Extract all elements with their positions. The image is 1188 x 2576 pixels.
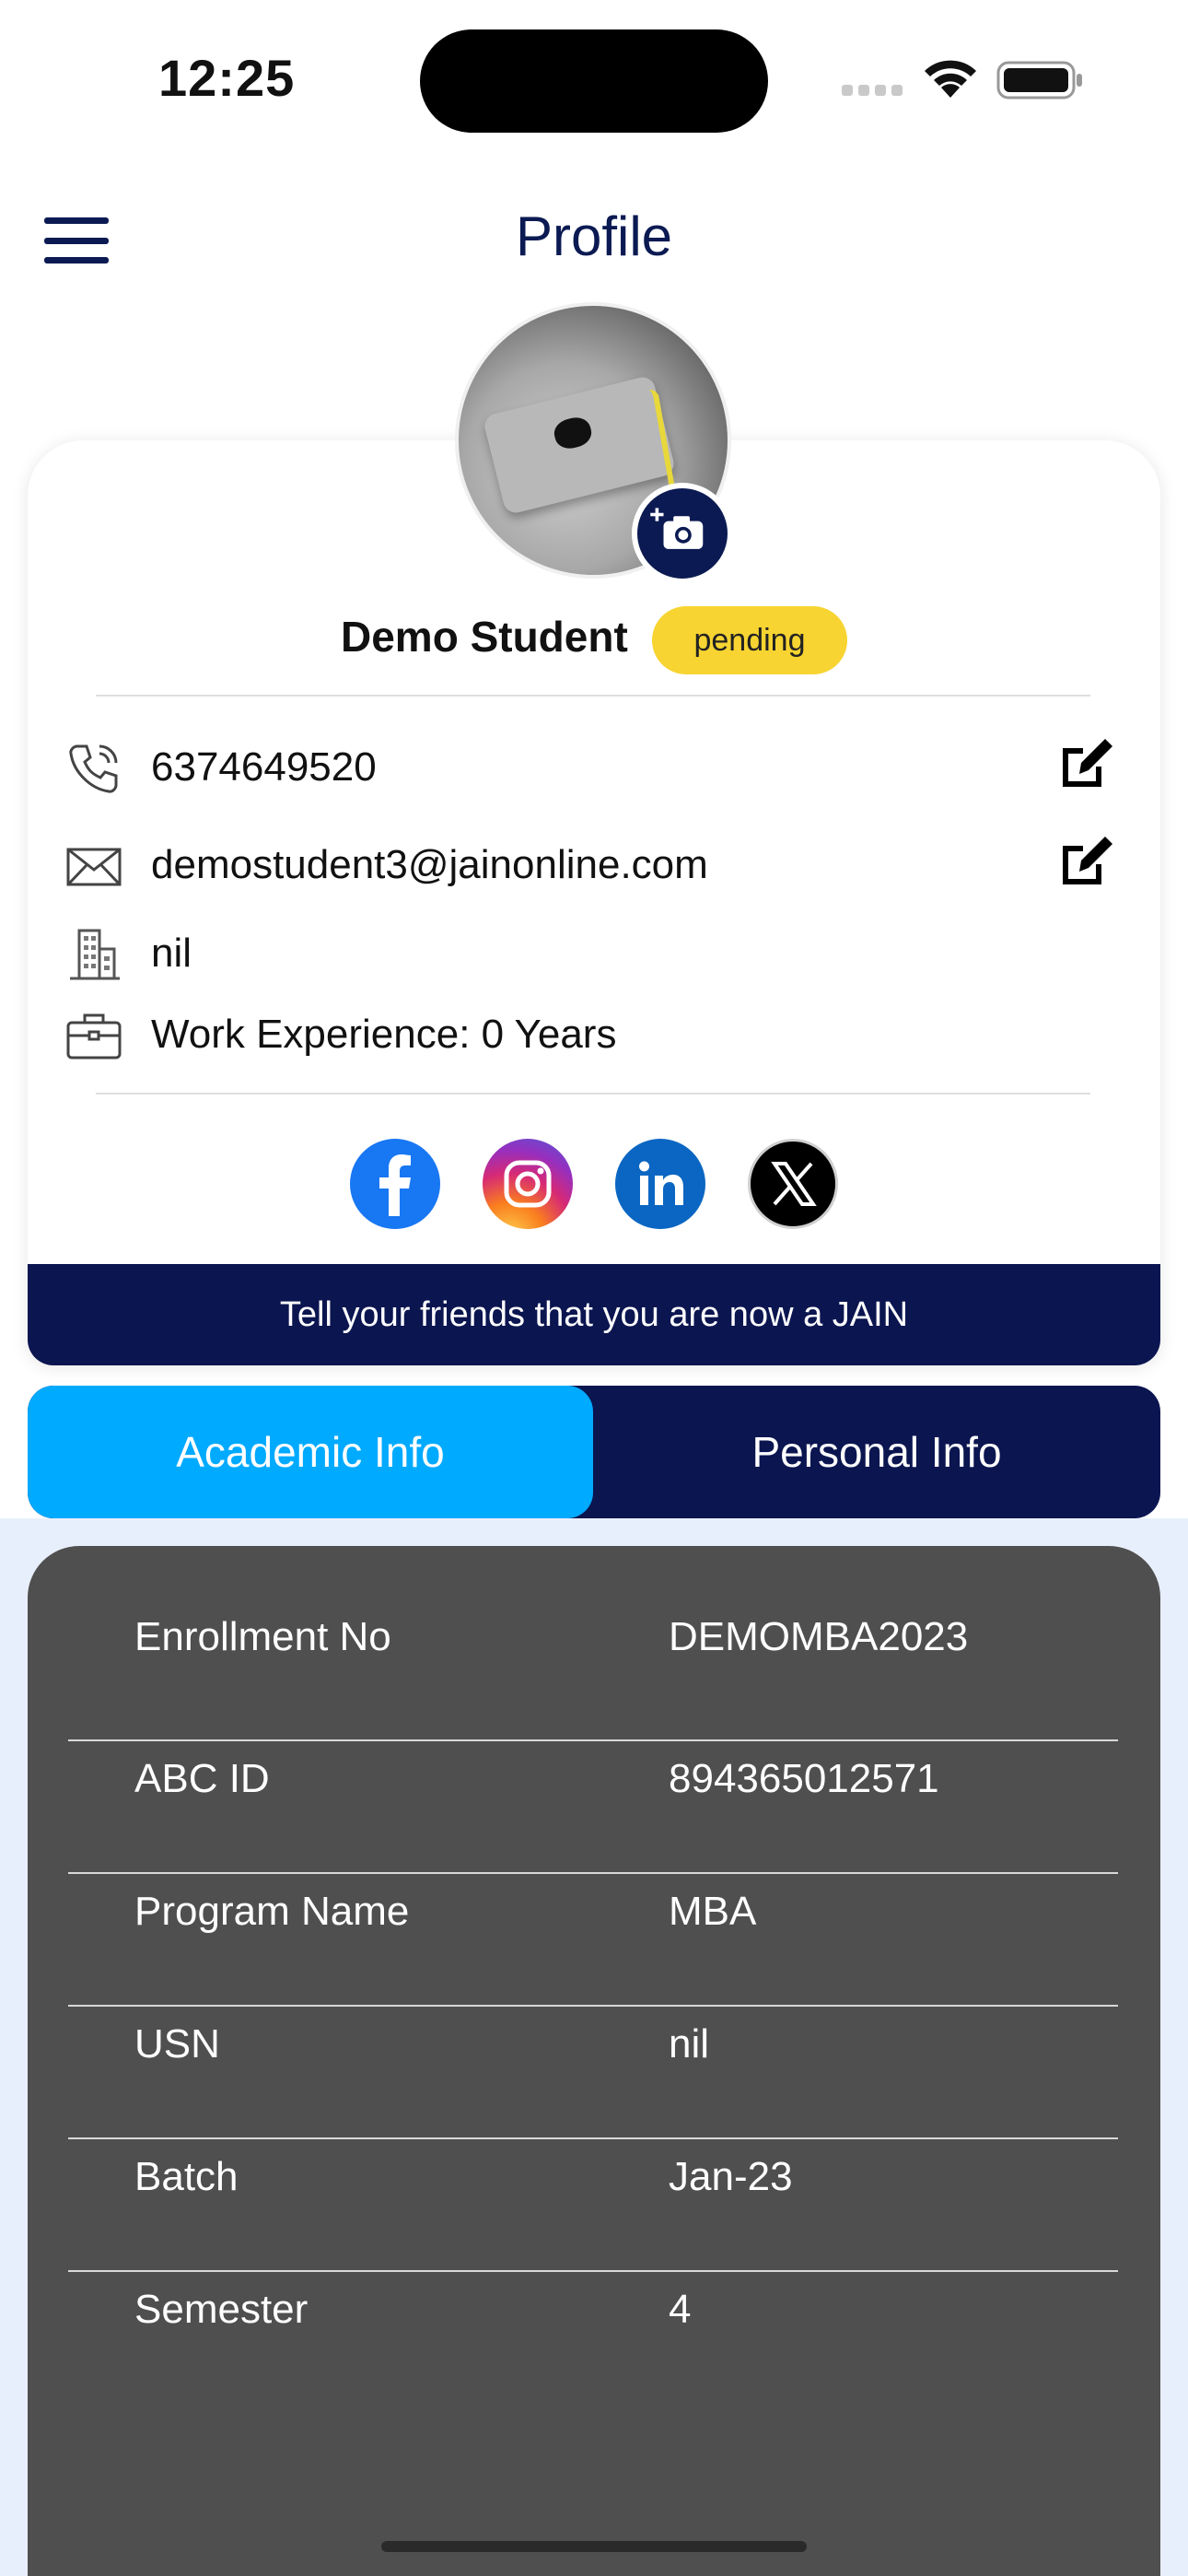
wifi-icon: [925, 60, 976, 98]
phone-icon: [69, 744, 118, 793]
edit-phone-button[interactable]: [1055, 732, 1118, 794]
field-label: ABC ID: [134, 1756, 270, 1801]
building-icon: [70, 929, 120, 980]
field-label: USN: [134, 2021, 220, 2067]
instagram-icon[interactable]: [483, 1139, 573, 1229]
divider: [96, 1093, 1090, 1095]
x-icon[interactable]: [748, 1139, 838, 1229]
email-row: demostudent3@jainonline.com: [0, 827, 1188, 901]
email-address: demostudent3@jainonline.com: [151, 842, 708, 887]
field-value: nil: [669, 2021, 710, 2067]
cellular-signal-icon: [842, 85, 906, 98]
list-item: Semester 4: [28, 2248, 1160, 2381]
change-photo-button[interactable]: [632, 483, 733, 584]
field-label: Semester: [134, 2287, 309, 2332]
field-label: Batch: [134, 2154, 239, 2199]
home-indicator[interactable]: [381, 2541, 807, 2552]
organization-name: nil: [151, 931, 192, 976]
mail-icon: [66, 848, 122, 886]
info-tabs: Academic Info Personal Info: [28, 1386, 1160, 1518]
field-value: Jan-23: [669, 2154, 793, 2199]
social-links: [0, 1139, 1188, 1231]
facebook-icon[interactable]: [350, 1139, 440, 1229]
field-value: DEMOMBA2023: [669, 1614, 969, 1659]
status-badge: pending: [652, 606, 847, 674]
academic-info-card: Enrollment No DEMOMBA2023 ABC ID 8943650…: [28, 1546, 1160, 2576]
field-label: Program Name: [134, 1889, 410, 1934]
briefcase-icon: [66, 1013, 122, 1060]
student-name: Demo Student: [341, 613, 628, 661]
field-value: 894365012571: [669, 1756, 939, 1801]
field-value: MBA: [669, 1889, 757, 1934]
phone-row: 6374649520: [0, 730, 1188, 803]
tab-personal-info[interactable]: Personal Info: [593, 1386, 1160, 1518]
work-experience: Work Experience: 0 Years: [151, 1012, 617, 1057]
dynamic-island: [420, 29, 768, 133]
work-experience-row: Work Experience: 0 Years: [0, 997, 1188, 1071]
status-time: 12:25: [158, 49, 296, 107]
page-title: Profile: [515, 205, 673, 267]
phone-number: 6374649520: [151, 744, 377, 790]
camera-add-icon: [650, 508, 704, 549]
organization-row: nil: [0, 916, 1188, 989]
divider: [96, 695, 1090, 697]
field-value: 4: [669, 2287, 692, 2332]
battery-icon: [996, 61, 1082, 100]
name-row: Demo Student pending: [0, 599, 1188, 674]
list-item: Program Name MBA: [28, 1850, 1160, 1983]
edit-email-button[interactable]: [1055, 829, 1118, 892]
share-banner[interactable]: Tell your friends that you are now a JAI…: [28, 1264, 1160, 1365]
list-item: ABC ID 894365012571: [28, 1717, 1160, 1850]
list-item: USN nil: [28, 1983, 1160, 2115]
list-item: Batch Jan-23: [28, 2115, 1160, 2248]
status-bar: 12:25: [0, 0, 1188, 147]
tab-academic-info[interactable]: Academic Info: [28, 1386, 593, 1518]
field-label: Enrollment No: [134, 1614, 391, 1659]
list-item: Enrollment No DEMOMBA2023: [28, 1575, 1160, 1708]
linkedin-icon[interactable]: [615, 1139, 705, 1229]
